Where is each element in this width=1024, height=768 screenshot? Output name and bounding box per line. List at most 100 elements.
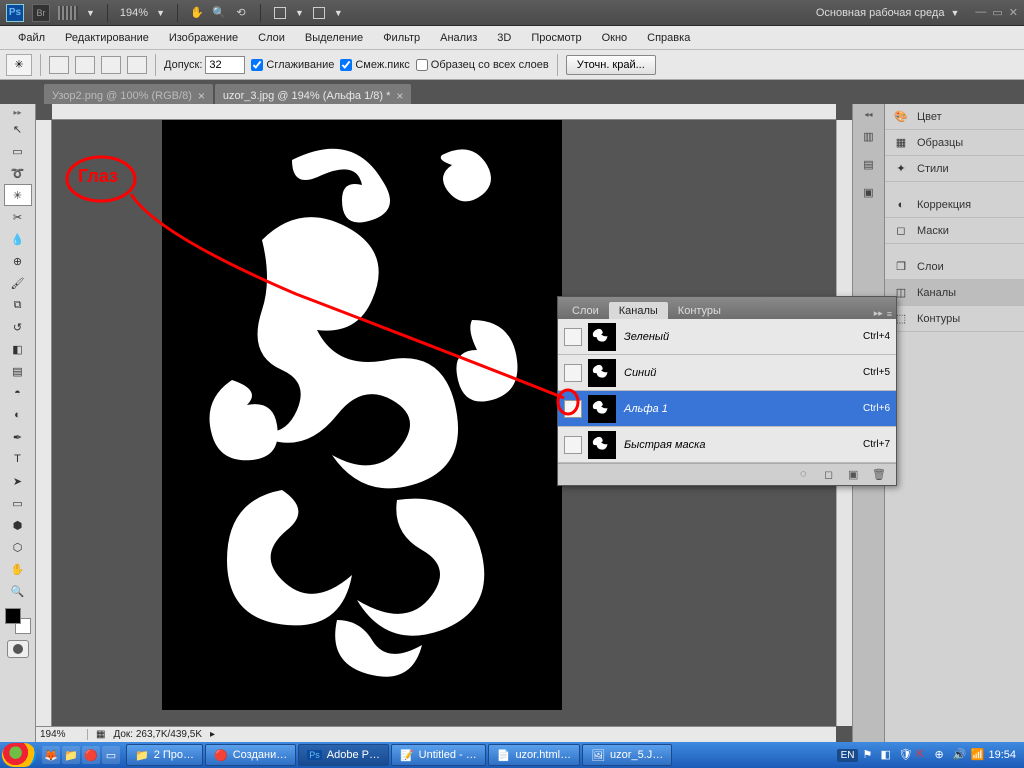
new-channel-icon[interactable]: ▣ <box>848 468 864 482</box>
history-brush-tool-icon[interactable]: ↺ <box>4 316 32 338</box>
visibility-toggle-icon[interactable] <box>564 436 582 454</box>
selection-add-icon[interactable] <box>75 56 95 74</box>
rotate-view-icon[interactable]: ⟲ <box>234 6 248 20</box>
bridge-logo-icon[interactable]: Br <box>32 4 50 22</box>
start-button-icon[interactable] <box>2 743 36 767</box>
menu-help[interactable]: Справка <box>637 29 700 47</box>
ql-icon[interactable]: ▭ <box>102 746 120 764</box>
tray-icon[interactable]: 🛡 <box>898 748 912 762</box>
chevron-right-icon[interactable]: ▸▸ <box>874 308 883 319</box>
color-swatch[interactable] <box>5 608 31 634</box>
panel-row-swatches[interactable]: ▦Образцы <box>885 130 1024 156</box>
ruler-vertical[interactable] <box>36 120 52 726</box>
ql-icon[interactable]: 📁 <box>62 746 80 764</box>
healing-brush-tool-icon[interactable]: ⊕ <box>4 250 32 272</box>
hand-tool-icon[interactable]: ✋ <box>4 558 32 580</box>
tray-icon[interactable]: ◧ <box>880 748 894 762</box>
magic-wand-tool-icon[interactable]: ✳ <box>4 184 32 206</box>
language-indicator[interactable]: EN <box>837 749 859 762</box>
panel-row-paths[interactable]: ⬚Контуры <box>885 306 1024 332</box>
gradient-tool-icon[interactable]: ▤ <box>4 360 32 382</box>
close-icon[interactable]: ✕ <box>1009 6 1018 19</box>
pen-tool-icon[interactable]: ✒ <box>4 426 32 448</box>
eraser-tool-icon[interactable]: ◧ <box>4 338 32 360</box>
tolerance-input[interactable] <box>205 56 245 74</box>
ql-icon[interactable]: 🔴 <box>82 746 100 764</box>
marquee-tool-icon[interactable]: ▭ <box>4 140 32 162</box>
dodge-tool-icon[interactable]: ◐ <box>4 404 32 426</box>
tab-layers[interactable]: Слои <box>562 302 609 319</box>
close-tab-icon[interactable]: × <box>198 89 205 103</box>
channel-row[interactable]: ЗеленыйCtrl+4 <box>558 319 896 355</box>
channel-row[interactable]: 👁Альфа 1Ctrl+6 <box>558 391 896 427</box>
panel-row-channels[interactable]: ◫Каналы <box>885 280 1024 306</box>
type-tool-icon[interactable]: T <box>4 448 32 470</box>
path-selection-tool-icon[interactable]: ➤ <box>4 470 32 492</box>
save-selection-icon[interactable]: ◻ <box>824 468 840 482</box>
visibility-toggle-icon[interactable] <box>564 328 582 346</box>
channels-panel[interactable]: Слои Каналы Контуры ▸▸ ≡ ЗеленыйCtrl+4Син… <box>557 296 897 486</box>
blur-tool-icon[interactable]: ◓ <box>4 382 32 404</box>
ruler-horizontal[interactable] <box>52 104 836 120</box>
ql-icon[interactable]: 🦊 <box>42 746 60 764</box>
refine-edge-button[interactable]: Уточн. край... <box>566 55 656 75</box>
menu-select[interactable]: Выделение <box>295 29 373 47</box>
selection-new-icon[interactable] <box>49 56 69 74</box>
taskbar-item[interactable]: 📄uzor.html… <box>488 744 580 766</box>
channel-row[interactable]: Быстрая маскаCtrl+7 <box>558 427 896 463</box>
tool-preset-picker[interactable]: ✳ <box>6 54 32 76</box>
quick-mask-icon[interactable] <box>7 640 29 658</box>
clock[interactable]: 19:54 <box>988 749 1016 761</box>
tray-icon[interactable]: ⚑ <box>862 748 876 762</box>
tab-channels[interactable]: Каналы <box>609 302 668 319</box>
workspace-switcher[interactable]: Основная рабочая среда▼ <box>816 7 960 19</box>
panel-row-masks[interactable]: ◻Маски <box>885 218 1024 244</box>
chevron-down-icon[interactable]: ▼ <box>334 8 343 18</box>
volume-icon[interactable]: 🔊 <box>952 748 966 762</box>
mini-bridge-icon[interactable] <box>58 6 78 20</box>
status-icon[interactable]: ▦ <box>96 729 105 740</box>
navigator-icon[interactable]: ▤ <box>858 153 880 175</box>
tray-icon[interactable]: K <box>916 748 930 762</box>
3d-tool-icon[interactable]: ⬢ <box>4 514 32 536</box>
shape-tool-icon[interactable]: ▭ <box>4 492 32 514</box>
screen-mode-icon[interactable] <box>312 6 326 20</box>
brush-tool-icon[interactable]: 🖌 <box>4 272 32 294</box>
menu-edit[interactable]: Редактирование <box>55 29 159 47</box>
taskbar-item[interactable]: PsAdobe P… <box>298 744 389 766</box>
tab-paths[interactable]: Контуры <box>668 302 731 319</box>
panel-row-layers[interactable]: ❐Слои <box>885 254 1024 280</box>
crop-tool-icon[interactable]: ✂ <box>4 206 32 228</box>
document-canvas[interactable] <box>162 120 562 710</box>
taskbar-item[interactable]: 🔴Создани… <box>205 744 296 766</box>
tray-icon[interactable]: ⊕ <box>934 748 948 762</box>
chevron-down-icon[interactable]: ▼ <box>156 8 165 18</box>
panel-row-color[interactable]: 🎨Цвет <box>885 104 1024 130</box>
channel-row[interactable]: СинийCtrl+5 <box>558 355 896 391</box>
delete-channel-icon[interactable]: 🗑 <box>872 468 888 482</box>
selection-intersect-icon[interactable] <box>127 56 147 74</box>
selection-subtract-icon[interactable] <box>101 56 121 74</box>
minimize-icon[interactable]: — <box>975 6 986 19</box>
expand-icon[interactable]: ◂◂ <box>864 110 872 119</box>
lasso-tool-icon[interactable]: ➰ <box>4 162 32 184</box>
chevron-down-icon[interactable]: ▼ <box>295 8 304 18</box>
menu-layer[interactable]: Слои <box>248 29 295 47</box>
panel-row-adjustments[interactable]: ◐Коррекция <box>885 192 1024 218</box>
menu-3d[interactable]: 3D <box>487 29 521 47</box>
panel-row-styles[interactable]: ✦Стили <box>885 156 1024 182</box>
zoom-level[interactable]: 194% <box>120 7 148 19</box>
chevron-right-icon[interactable]: ▸ <box>210 729 215 740</box>
3d-camera-tool-icon[interactable]: ⬡ <box>4 536 32 558</box>
hand-icon[interactable]: ✋ <box>190 6 204 20</box>
stamp-tool-icon[interactable]: ⧉ <box>4 294 32 316</box>
document-tab[interactable]: uzor_3.jpg @ 194% (Альфа 1/8) *× <box>215 84 412 104</box>
close-tab-icon[interactable]: × <box>396 89 403 103</box>
document-tab[interactable]: Узор2.png @ 100% (RGB/8)× <box>44 84 213 104</box>
taskbar-item[interactable]: 📝Untitled - … <box>391 744 486 766</box>
taskbar-item[interactable]: 📁2 Про… <box>126 744 203 766</box>
visibility-toggle-icon[interactable] <box>564 364 582 382</box>
panel-menu-icon[interactable]: ≡ <box>887 309 892 319</box>
collapse-icon[interactable]: ▸▸ <box>0 108 35 118</box>
sample-all-checkbox[interactable]: Образец со всех слоев <box>416 59 549 71</box>
